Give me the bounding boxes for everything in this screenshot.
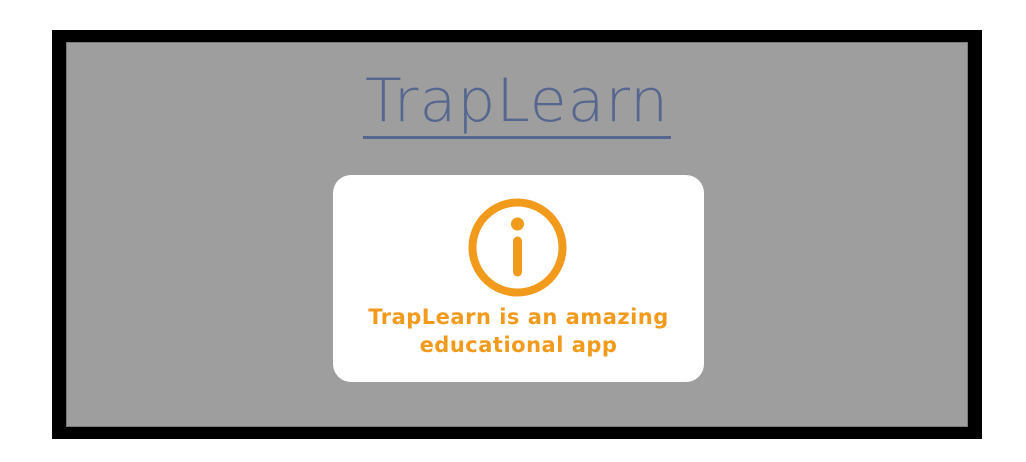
main-panel: TrapLearn TrapLearn is an amazing educat… <box>66 42 968 427</box>
app-frame: TrapLearn TrapLearn is an amazing educat… <box>52 30 982 439</box>
info-card: TrapLearn is an amazing educational app <box>333 175 704 382</box>
page-title[interactable]: TrapLearn <box>67 63 967 139</box>
info-icon <box>468 198 567 297</box>
info-message: TrapLearn is an amazing educational app <box>368 305 669 357</box>
page-title-link[interactable]: TrapLearn <box>362 66 672 139</box>
